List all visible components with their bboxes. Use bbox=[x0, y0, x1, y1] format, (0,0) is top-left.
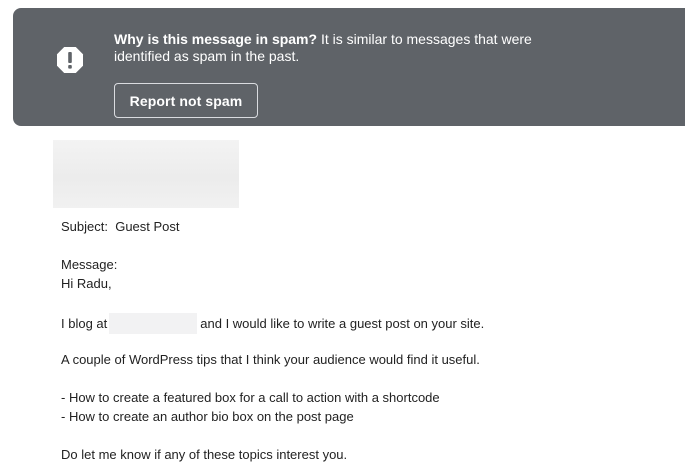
spam-heading: Why is this message in spam? bbox=[114, 31, 318, 47]
message-label: Message: bbox=[61, 257, 118, 272]
redacted-blog-name bbox=[109, 313, 198, 334]
subject-line: Subject: Guest Post bbox=[61, 219, 180, 235]
redacted-header-image bbox=[53, 140, 239, 208]
exclamation-circle-icon bbox=[56, 46, 84, 74]
blog-intro: I blog at and I would like to write a gue… bbox=[61, 313, 485, 335]
tips-intro: A couple of WordPress tips that I think … bbox=[61, 352, 480, 367]
report-not-spam-button[interactable]: Report not spam bbox=[114, 83, 258, 118]
greeting: Hi Radu, bbox=[61, 276, 112, 291]
blog-intro-before: I blog at bbox=[61, 315, 108, 331]
blog-intro-after: and I would like to write a guest post o… bbox=[200, 315, 485, 331]
topic-item: - How to create a featured box for a cal… bbox=[61, 390, 440, 405]
spam-explanation: Why is this message in spam? It is simil… bbox=[114, 31, 554, 65]
topic-item: - How to create an author bio box on the… bbox=[61, 409, 354, 424]
spam-warning-banner: Why is this message in spam? It is simil… bbox=[13, 8, 685, 126]
email-view: Why is this message in spam? It is simil… bbox=[0, 0, 685, 476]
subject-value: Guest Post bbox=[115, 219, 180, 234]
closing-line: Do let me know if any of these topics in… bbox=[61, 447, 348, 462]
subject-label: Subject: bbox=[61, 219, 108, 234]
